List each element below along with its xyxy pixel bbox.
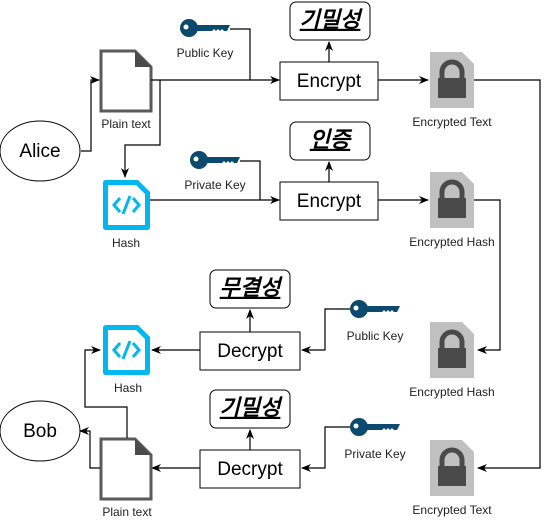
plain-text-label: Plain text <box>101 117 151 131</box>
private-key-label-2: Private Key <box>344 447 405 461</box>
hash-label: Hash <box>112 236 140 250</box>
received-encrypted-text-label: Encrypted Text <box>412 503 492 517</box>
public-key-label: Public Key <box>177 46 234 60</box>
bob-node: Bob <box>0 400 81 462</box>
decrypt-label-1: Decrypt <box>217 341 283 362</box>
private-key-icon-2 <box>350 418 400 436</box>
hash-label-2: Hash <box>114 381 142 395</box>
encrypted-hash-lock-icon <box>430 172 474 228</box>
authentication-label: 인증 <box>310 127 353 152</box>
received-encrypted-hash-label: Encrypted Hash <box>409 385 494 399</box>
hash-icon-2 <box>101 323 152 377</box>
hash-icon <box>101 178 152 232</box>
diagram: Alice Plain text Public Key Encrypt 기밀성 … <box>0 1 541 519</box>
confidentiality-label-2: 기밀성 <box>220 395 283 420</box>
alice-node: Alice <box>0 120 81 182</box>
public-key-label-2: Public Key <box>347 329 404 343</box>
confidentiality-label-1: 기밀성 <box>300 7 363 32</box>
public-key-icon-2 <box>350 300 400 318</box>
received-encrypted-text-lock-icon <box>430 440 474 496</box>
decrypt-label-2: Decrypt <box>217 459 283 480</box>
encrypted-hash-label: Encrypted Hash <box>409 235 494 249</box>
encrypt-label-2: Encrypt <box>297 191 362 212</box>
private-key-label: Private Key <box>184 178 245 192</box>
plain-text-document-icon-2 <box>99 437 153 501</box>
bob-label: Bob <box>23 421 57 442</box>
encrypt-label-1: Encrypt <box>297 71 362 92</box>
plain-text-document-icon <box>99 49 153 113</box>
plain-text-label-2: Plain text <box>102 505 152 519</box>
public-key-icon <box>180 19 230 37</box>
received-encrypted-hash-lock-icon <box>430 322 474 378</box>
encrypted-text-lock-icon <box>430 52 474 108</box>
integrity-label: 무결성 <box>220 275 283 300</box>
alice-label: Alice <box>19 141 60 162</box>
private-key-icon <box>190 151 240 169</box>
encrypted-text-label: Encrypted Text <box>412 115 492 129</box>
